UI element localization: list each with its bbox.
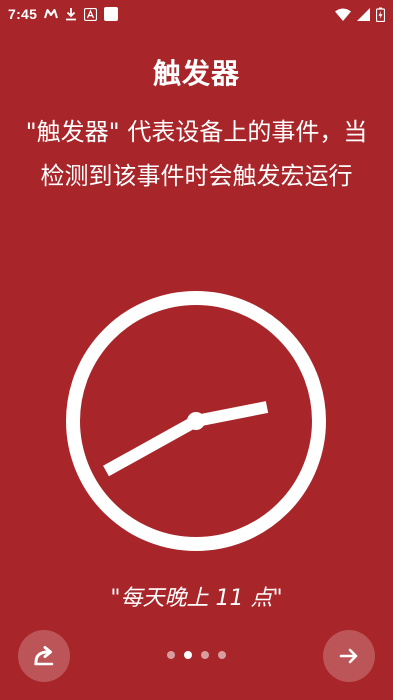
page-dot-2-active bbox=[184, 651, 192, 659]
next-button[interactable] bbox=[323, 630, 375, 682]
clock-icon bbox=[66, 291, 326, 551]
page-dot-1 bbox=[167, 651, 175, 659]
page-dot-3 bbox=[201, 651, 209, 659]
example-text: "每天晚上 11 点" bbox=[110, 586, 283, 611]
page-dot-4 bbox=[218, 651, 226, 659]
clock-hand-hour bbox=[103, 415, 199, 477]
clock-center bbox=[187, 412, 205, 430]
arrow-right-icon bbox=[339, 648, 358, 664]
clock-hand-minute bbox=[194, 401, 269, 427]
